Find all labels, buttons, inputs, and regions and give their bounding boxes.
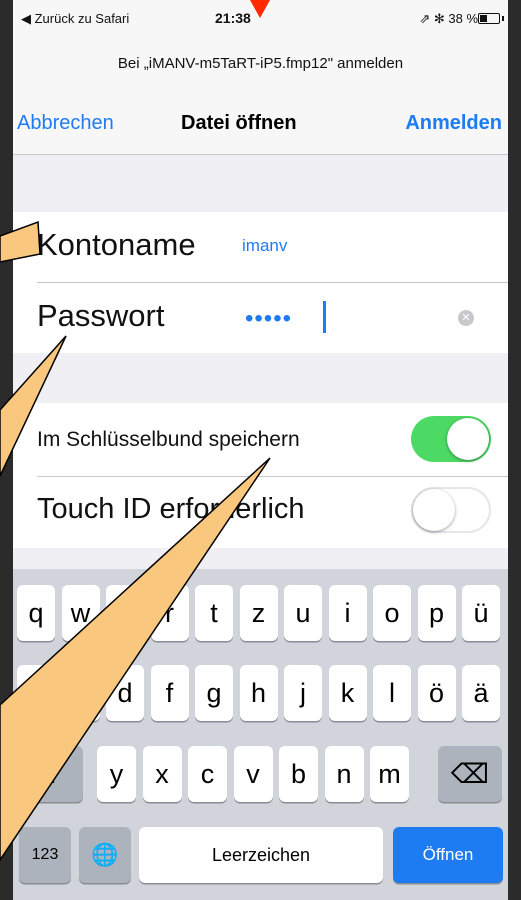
password-label: Passwort xyxy=(37,298,165,333)
section-gap xyxy=(13,353,508,403)
touchid-label: Touch ID erforderlich xyxy=(37,493,305,525)
key-n[interactable]: n xyxy=(324,746,364,802)
space-key[interactable]: Leerzeichen xyxy=(139,827,383,883)
key-i[interactable]: i xyxy=(328,585,367,641)
touchid-toggle[interactable] xyxy=(411,487,491,533)
login-prompt: Bei „iMANV-m5TaRT-iP5.fmp12" anmelden xyxy=(13,34,508,94)
key-f[interactable]: f xyxy=(150,665,189,721)
password-field[interactable]: ••••• xyxy=(245,305,292,333)
key-s[interactable]: s xyxy=(61,665,100,721)
key-y[interactable]: y xyxy=(97,746,136,802)
key-ü[interactable]: ü xyxy=(462,585,500,641)
key-c[interactable]: c xyxy=(188,746,227,802)
key-r[interactable]: r xyxy=(150,585,189,641)
account-name-field[interactable]: imanv xyxy=(242,236,287,256)
phone-screen: ◀ Zurück zu Safari 21:38 ⇗ ✻ 38 % Bei „i… xyxy=(13,0,508,900)
numbers-key[interactable]: 123 xyxy=(19,827,71,883)
account-name-label: Kontoname xyxy=(37,227,196,262)
key-o[interactable]: o xyxy=(373,585,411,641)
keychain-label: Im Schlüsselbund speichern xyxy=(37,428,300,451)
password-row[interactable]: Passwort ••••• ✕ xyxy=(13,283,508,353)
text-cursor xyxy=(323,301,326,333)
section-gap xyxy=(13,155,508,212)
shift-key[interactable]: ⇧ xyxy=(19,746,83,802)
status-time: 21:38 xyxy=(215,10,251,26)
globe-key[interactable]: 🌐 xyxy=(79,827,131,883)
key-a[interactable]: a xyxy=(17,665,55,721)
toggle-knob xyxy=(413,489,455,531)
key-j[interactable]: j xyxy=(284,665,322,721)
touchid-row: Touch ID erforderlich xyxy=(13,477,508,548)
key-q[interactable]: q xyxy=(17,585,55,641)
key-p[interactable]: p xyxy=(417,585,456,641)
cancel-button[interactable]: Abbrechen xyxy=(17,112,114,135)
keyboard: ⇧ ⌫ 123 🌐 Leerzeichen Öffnen qwertzuiopü… xyxy=(13,569,508,900)
key-ä[interactable]: ä xyxy=(462,665,500,721)
keychain-row: Im Schlüsselbund speichern xyxy=(13,403,508,476)
device-frame: ◀ Zurück zu Safari 21:38 ⇗ ✻ 38 % Bei „i… xyxy=(0,0,521,900)
section-gap xyxy=(13,548,508,569)
navigation-bar: Abbrechen Datei öffnen Anmelden xyxy=(13,94,508,155)
status-indicators: ⇗ ✻ 38 % xyxy=(419,11,478,26)
key-h[interactable]: h xyxy=(239,665,278,721)
key-w[interactable]: w xyxy=(61,585,100,641)
key-x[interactable]: x xyxy=(142,746,182,802)
key-d[interactable]: d xyxy=(106,665,144,721)
key-ö[interactable]: ö xyxy=(417,665,456,721)
sign-in-button[interactable]: Anmelden xyxy=(405,112,502,135)
account-name-row[interactable]: Kontoname imanv xyxy=(13,212,508,282)
open-key[interactable]: Öffnen xyxy=(393,827,503,883)
back-to-safari-link[interactable]: ◀ Zurück zu Safari xyxy=(21,11,129,27)
key-v[interactable]: v xyxy=(233,746,273,802)
nav-title: Datei öffnen xyxy=(181,112,297,134)
key-u[interactable]: u xyxy=(284,585,322,641)
key-z[interactable]: z xyxy=(239,585,278,641)
key-l[interactable]: l xyxy=(373,665,411,721)
toggle-knob xyxy=(447,418,489,460)
key-b[interactable]: b xyxy=(279,746,318,802)
key-t[interactable]: t xyxy=(195,585,233,641)
key-m[interactable]: m xyxy=(370,746,409,802)
key-g[interactable]: g xyxy=(195,665,233,721)
key-e[interactable]: e xyxy=(106,585,144,641)
key-k[interactable]: k xyxy=(328,665,367,721)
status-bar: ◀ Zurück zu Safari 21:38 ⇗ ✻ 38 % xyxy=(13,0,508,34)
clear-text-icon[interactable]: ✕ xyxy=(458,310,474,326)
battery-icon xyxy=(478,13,504,24)
backspace-key[interactable]: ⌫ xyxy=(438,746,502,802)
keychain-toggle[interactable] xyxy=(411,416,491,462)
